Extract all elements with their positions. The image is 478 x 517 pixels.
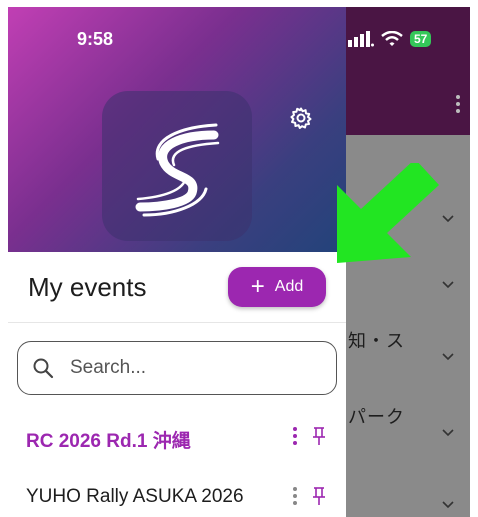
more-vert-icon[interactable] bbox=[293, 487, 298, 507]
signal-icon bbox=[348, 31, 374, 47]
event-list-item[interactable]: RC 2026 Rd.1 沖縄 bbox=[8, 413, 346, 461]
status-time: 9:58 bbox=[77, 29, 114, 49]
settings-gear-icon[interactable] bbox=[290, 107, 312, 129]
event-list-item[interactable]: YUHO Rally ASUKA 2026 bbox=[8, 473, 346, 517]
app-logo bbox=[102, 91, 252, 241]
chevron-down-icon[interactable] bbox=[442, 425, 454, 437]
divider bbox=[8, 322, 346, 323]
pin-icon[interactable] bbox=[312, 425, 326, 447]
app-logo-icon bbox=[135, 123, 220, 217]
more-vert-icon[interactable] bbox=[293, 427, 298, 447]
my-events-title: My events bbox=[28, 272, 147, 302]
drawer-header: 9:58 bbox=[8, 7, 346, 252]
chevron-down-icon[interactable] bbox=[442, 211, 454, 223]
add-event-button[interactable]: + Add bbox=[228, 267, 326, 307]
screen: 知・ス パーク 57 9:58 My events + Add Search..… bbox=[8, 7, 470, 517]
wifi-icon bbox=[381, 31, 403, 46]
status-icons: 57 bbox=[348, 29, 432, 49]
background-row-text: パーク bbox=[348, 407, 405, 427]
search-icon bbox=[33, 358, 54, 379]
event-label: YUHO Rally ASUKA 2026 bbox=[26, 486, 244, 507]
navigation-drawer: 9:58 My events + Add Search... RC 2026 R… bbox=[8, 7, 346, 517]
pin-icon[interactable] bbox=[312, 485, 326, 507]
battery-icon: 57 bbox=[410, 31, 432, 47]
green-arrow-annotation bbox=[337, 163, 439, 263]
background-row-text: 知・ス bbox=[348, 331, 405, 351]
search-input[interactable] bbox=[68, 356, 312, 380]
chevron-down-icon[interactable] bbox=[442, 497, 454, 509]
add-button-label: Add bbox=[274, 278, 304, 295]
search-box[interactable] bbox=[17, 341, 337, 395]
event-label: RC 2026 Rd.1 沖縄 bbox=[26, 431, 191, 452]
background-more-menu-icon[interactable] bbox=[456, 95, 460, 115]
chevron-down-icon[interactable] bbox=[442, 277, 454, 289]
chevron-down-icon[interactable] bbox=[442, 349, 454, 361]
plus-icon: + bbox=[250, 273, 265, 300]
